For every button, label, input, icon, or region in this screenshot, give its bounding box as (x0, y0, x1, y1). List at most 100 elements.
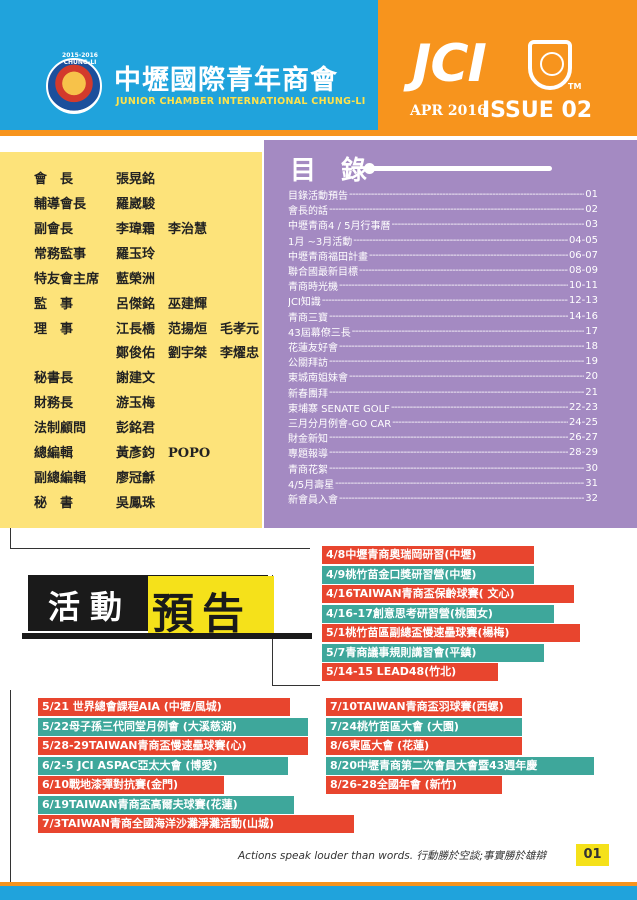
toc-item[interactable]: 東城南姐妹會 20 (288, 370, 598, 383)
officer-title: 監 事 (34, 297, 74, 312)
banner-title-a: 活動 (48, 588, 133, 626)
toc-item-page: 01 (585, 189, 598, 200)
event-item: 7/10TAIWAN青商盃羽球賽(西螺) (326, 698, 522, 716)
toc-item[interactable]: 花蓮友好會 18 (288, 340, 598, 353)
toc-item[interactable]: 聯合國最新目標 08-09 (288, 264, 598, 277)
toc-item[interactable]: 目錄活動預告 01 (288, 188, 598, 201)
officer-names: 張晃銘 (116, 172, 156, 187)
officer-names: 鄭俊佑 劉宇桀 李燿忠 (116, 346, 260, 361)
event-item: 6/10戰地漆彈對抗賽(金門) (38, 776, 224, 794)
toc-leader (352, 326, 585, 337)
issue-date: APR 2016 (410, 103, 487, 119)
frame-line (10, 548, 310, 549)
officer-row: 鄭俊佑 劉宇桀 李燿忠 (34, 342, 259, 361)
toc-item[interactable]: 專題報導 28-29 (288, 446, 598, 459)
officer-names: 游玉梅 (116, 396, 156, 411)
frame-line (10, 528, 11, 548)
toc-item-page: 10-11 (568, 280, 598, 292)
toc-item-page: 19 (585, 356, 598, 368)
officer-names: 廖冠龢 (116, 471, 156, 486)
officer-title: 法制顧問 (34, 421, 87, 436)
banner-title-b: 預告 (152, 589, 253, 638)
toc-leader (349, 371, 584, 382)
officer-row: 常務監事 羅玉玲 (34, 243, 155, 262)
org-name-en: JUNIOR CHAMBER INTERNATIONAL CHUNG-LI (116, 96, 366, 107)
toc-item-label: 公關拜訪 (288, 358, 328, 369)
trademark-mark: TM (568, 82, 582, 91)
officer-names: 彭銘君 (116, 421, 156, 436)
officer-names: 羅崴駿 (116, 197, 156, 212)
toc-leader (329, 356, 584, 367)
officer-names: 謝建文 (116, 371, 156, 386)
officer-row: 特友會主席 藍榮洲 (34, 268, 155, 287)
toc-leader (339, 493, 584, 504)
toc-item[interactable]: 中壢青商福田計畫 06-07 (288, 249, 598, 262)
toc-item[interactable]: 新春團拜 21 (288, 386, 598, 399)
toc-item-label: 43屆幕僚三長 (288, 327, 351, 338)
toc-item-label: 花蓮友好會 (288, 343, 338, 353)
toc-item-page: 26-27 (568, 432, 598, 444)
toc-item-page: 08-09 (568, 265, 598, 276)
officer-title: 副會長 (34, 222, 74, 237)
toc-item[interactable]: 1月 ~3月活動 04-05 (288, 234, 598, 247)
event-item: 6/2-5 JCI ASPAC亞太大會 (博愛) (38, 756, 288, 775)
event-item: 5/14-15 LEAD48(竹北) (322, 663, 498, 681)
officer-row: 監 事 呂傑銘 巫建輝 (34, 293, 207, 312)
toc-leader (329, 387, 584, 398)
officer-names: 江長橋 范揚烜 毛孝元 (116, 322, 260, 337)
officer-title: 財務長 (34, 396, 74, 411)
officer-title: 理 事 (34, 322, 74, 337)
toc-item[interactable]: 青商三寶 14-16 (288, 310, 598, 323)
toc-item[interactable]: 43屆幕僚三長 17 (288, 325, 598, 338)
toc-item-page: 21 (585, 386, 598, 398)
event-item: 5/21 世界總會課程AIA (中壢/風城) (38, 698, 290, 716)
officer-title (34, 342, 116, 361)
toc-leader (329, 432, 568, 443)
toc-leader (339, 341, 584, 352)
officer-title: 秘書長 (34, 371, 74, 386)
toc-item[interactable]: 青商時光機 10-11 (288, 279, 598, 292)
toc-item-page: 30 (585, 462, 598, 474)
logo-text: 2015-2016 CHUNG-LI (62, 52, 98, 66)
toc-item[interactable]: 東埔寨 SENATE GOLF 22-23 (288, 401, 598, 414)
officer-row: 秘書長 謝建文 (34, 367, 155, 386)
toc-leader (369, 250, 568, 261)
event-item: 5/7青商議事規則講習會(平鎮) (322, 643, 544, 662)
officer-title: 總編輯 (34, 446, 74, 461)
toc-leader (322, 295, 568, 306)
toc-item[interactable]: 三月分月例會-GO CAR 24-25 (288, 416, 598, 429)
toc-item[interactable]: 新會員入會 32 (288, 492, 598, 505)
jci-emblem-icon (528, 40, 572, 90)
toc-title: 目 錄 (290, 156, 376, 186)
officer-names: 吳鳳珠 (116, 496, 156, 511)
event-item: 7/3TAIWAN青商全國海洋沙灘淨灘活動(山城) (38, 815, 354, 833)
toc-item-page: 32 (585, 493, 598, 504)
toc-item[interactable]: 青商花絮 30 (288, 462, 598, 475)
officer-row: 秘 書 吳鳳珠 (34, 492, 155, 511)
org-name-cn: 中壢國際青年商會 (114, 65, 338, 96)
event-item: 8/20中壢青商第二次會員大會暨43週年慶 (326, 756, 594, 775)
toc-item-page: 14-16 (568, 310, 598, 322)
frame-line (10, 690, 11, 840)
officer-row: 財務長 游玉梅 (34, 392, 155, 411)
toc-item-label: 中壢青商4 / 5月行事曆 (288, 221, 391, 232)
toc-item[interactable]: JCI知識 12-13 (288, 294, 598, 307)
toc-item-label: 東城南姐妹會 (288, 373, 348, 384)
toc-item-page: 18 (585, 341, 598, 352)
officer-row: 法制顧問 彭銘君 (34, 417, 155, 436)
toc-item-label: 三月分月例會-GO CAR (288, 419, 392, 429)
toc-item[interactable]: 公關拜訪 19 (288, 355, 598, 368)
toc-item-label: 新會員入會 (288, 495, 338, 505)
officer-row: 理 事 江長橋 范揚烜 毛孝元 (34, 318, 259, 337)
officer-row: 輔導會長 羅崴駿 (34, 193, 155, 212)
toc-item-page: 02 (585, 204, 598, 216)
toc-item-page: 20 (585, 371, 598, 383)
officer-names: 李瑋霜 李治慧 (116, 222, 208, 237)
event-item: 5/1桃竹苗區副總盃慢速壘球賽(楊梅) (322, 624, 580, 642)
toc-item[interactable]: 財金新知 26-27 (288, 431, 598, 444)
toc-item[interactable]: 會長的話 02 (288, 203, 598, 216)
toc-item[interactable]: 中壢青商4 / 5月行事曆 03 (288, 218, 598, 231)
toc-item[interactable]: 4/5月壽星 31 (288, 477, 598, 490)
officer-row: 總編輯 黃彥鈞 POPO (34, 442, 210, 461)
toc-item-page: 24-25 (568, 417, 598, 428)
